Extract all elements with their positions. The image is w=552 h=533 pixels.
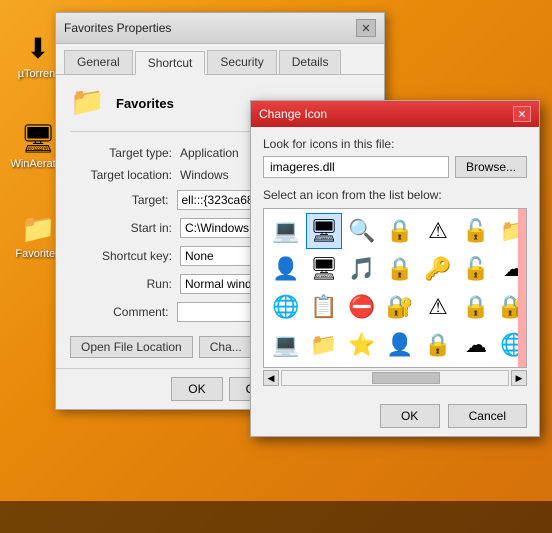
icon-cell-25[interactable]: 🔒 xyxy=(420,327,456,363)
properties-ok-button[interactable]: OK xyxy=(171,377,222,401)
icon-cell-3[interactable]: 🔒 xyxy=(382,213,418,249)
scroll-track[interactable] xyxy=(281,370,509,386)
scroll-left-button[interactable]: ◀ xyxy=(263,370,279,386)
target-label: Target: xyxy=(70,193,177,207)
icon-cell-19[interactable]: 🔒 xyxy=(458,289,494,325)
file-input[interactable] xyxy=(263,156,449,178)
icon-cell-5[interactable]: 🔓 xyxy=(458,213,494,249)
icon-cell-4[interactable]: ⚠ xyxy=(420,213,456,249)
icon-grid: 💻 🖥 🔍 🔒 ⚠ 🔓 📁 👤 🖥 🎵 🔒 🔑 🔓 ☁ 🌐 📋 ⛔ 🔐 ⚠ xyxy=(264,209,526,367)
favorites-folder-icon: 📁 xyxy=(20,210,56,246)
icon-cell-11[interactable]: 🔑 xyxy=(420,251,456,287)
winaero-icon: 🖥 xyxy=(20,120,56,156)
file-row: Browse... xyxy=(263,156,527,178)
icon-cell-21[interactable]: 💻 xyxy=(268,327,304,363)
browse-button[interactable]: Browse... xyxy=(455,156,527,178)
icon-cell-22[interactable]: 📁 xyxy=(306,327,342,363)
icon-cell-9[interactable]: 🎵 xyxy=(344,251,380,287)
icon-cell-2[interactable]: 🔍 xyxy=(344,213,380,249)
run-label: Run: xyxy=(70,277,180,291)
start-in-label: Start in: xyxy=(70,221,180,235)
changeicon-ok-button[interactable]: OK xyxy=(380,404,440,428)
comment-label: Comment: xyxy=(70,305,177,319)
target-type-label: Target type: xyxy=(70,146,180,160)
tab-security[interactable]: Security xyxy=(207,50,276,74)
target-location-label: Target location: xyxy=(70,168,180,182)
scroll-right-button[interactable]: ▶ xyxy=(511,370,527,386)
utorrent-label: µTorrent xyxy=(18,68,59,80)
tab-details[interactable]: Details xyxy=(279,50,342,74)
icon-cell-10[interactable]: 🔒 xyxy=(382,251,418,287)
icon-cell-26[interactable]: ☁ xyxy=(458,327,494,363)
tab-shortcut[interactable]: Shortcut xyxy=(135,51,206,75)
icon-cell-23[interactable]: ⭐ xyxy=(344,327,380,363)
prop-header-icon: 📁 xyxy=(70,85,106,121)
changeicon-bottom: OK Cancel xyxy=(251,396,539,436)
icon-cell-14[interactable]: 🌐 xyxy=(268,289,304,325)
changeicon-close-button[interactable]: ✕ xyxy=(513,106,531,122)
icon-cell-8[interactable]: 🖥 xyxy=(306,251,342,287)
icon-cell-16[interactable]: ⛔ xyxy=(344,289,380,325)
icon-grid-container: 💻 🖥 🔍 🔒 ⚠ 🔓 📁 👤 🖥 🎵 🔒 🔑 🔓 ☁ 🌐 📋 ⛔ 🔐 ⚠ xyxy=(263,208,527,368)
icon-cell-7[interactable]: 👤 xyxy=(268,251,304,287)
taskbar xyxy=(0,501,552,533)
scroll-thumb[interactable] xyxy=(372,372,440,384)
tab-general[interactable]: General xyxy=(64,50,133,74)
properties-title: Favorites Properties xyxy=(64,21,171,35)
tabs-row: General Shortcut Security Details xyxy=(56,44,384,75)
icon-cell-15[interactable]: 📋 xyxy=(306,289,342,325)
icon-cell-1[interactable]: 🖥 xyxy=(306,213,342,249)
properties-close-button[interactable]: ✕ xyxy=(356,19,376,37)
properties-titlebar: Favorites Properties ✕ xyxy=(56,13,384,44)
prop-header-title: Favorites xyxy=(116,96,174,111)
changeicon-cancel-button[interactable]: Cancel xyxy=(448,404,527,428)
changeicon-title: Change Icon xyxy=(259,107,327,121)
select-icons-label: Select an icon from the list below: xyxy=(263,188,527,202)
change-icon-button[interactable]: Cha... xyxy=(199,336,253,358)
open-file-location-button[interactable]: Open File Location xyxy=(70,336,193,358)
changeicon-titlebar: Change Icon ✕ xyxy=(251,101,539,127)
target-location-value: Windows xyxy=(180,168,229,182)
icon-cell-17[interactable]: 🔐 xyxy=(382,289,418,325)
shortcut-key-label: Shortcut key: xyxy=(70,249,180,263)
change-icon-dialog: Change Icon ✕ Look for icons in this fil… xyxy=(250,100,540,437)
favorites-label: Favorites xyxy=(15,248,60,260)
target-type-value: Application xyxy=(180,146,239,160)
icon-cell-18[interactable]: ⚠ xyxy=(420,289,456,325)
look-for-label: Look for icons in this file: xyxy=(263,137,527,151)
icon-cell-0[interactable]: 💻 xyxy=(268,213,304,249)
horizontal-scrollbar: ◀ ▶ xyxy=(263,370,527,386)
icon-grid-scrollbar[interactable] xyxy=(518,209,526,368)
changeicon-content: Look for icons in this file: Browse... S… xyxy=(251,127,539,396)
icon-cell-24[interactable]: 👤 xyxy=(382,327,418,363)
icon-cell-12[interactable]: 🔓 xyxy=(458,251,494,287)
utorrent-icon: ⬇ xyxy=(20,30,56,66)
